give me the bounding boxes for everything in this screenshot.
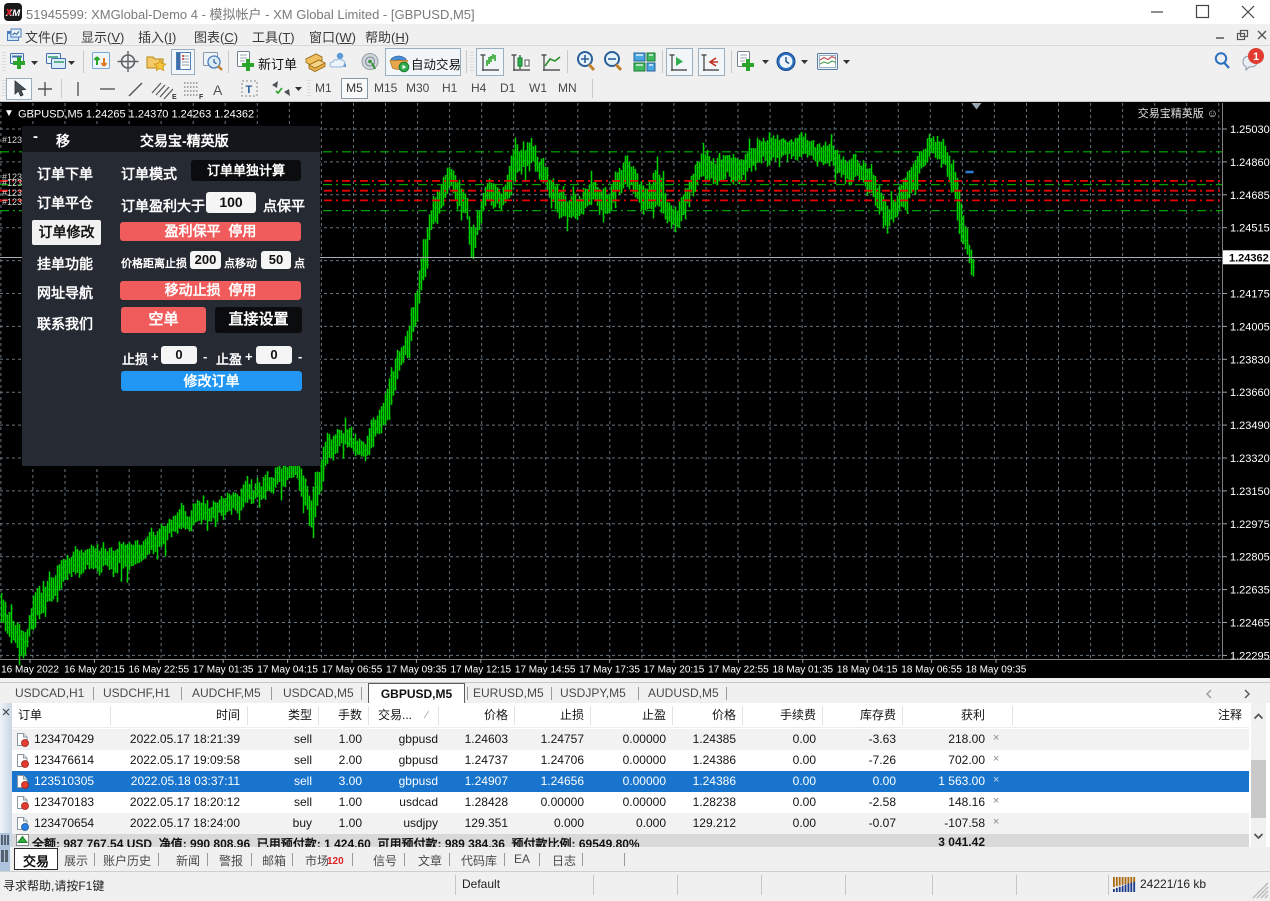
svg-text:18 May 04:15: 18 May 04:15 <box>837 665 898 676</box>
svg-text:1.23320: 1.23320 <box>1230 453 1270 465</box>
svg-text:17 May 14:55: 17 May 14:55 <box>515 665 576 676</box>
svg-text:1.24175: 1.24175 <box>1230 289 1270 301</box>
svg-text:1.24685: 1.24685 <box>1230 190 1270 202</box>
svg-text:1.22465: 1.22465 <box>1230 618 1270 630</box>
svg-text:18 May 06:55: 18 May 06:55 <box>901 665 962 676</box>
svg-text:1.23490: 1.23490 <box>1230 420 1270 432</box>
svg-text:1.22635: 1.22635 <box>1230 585 1270 597</box>
svg-text:1.23150: 1.23150 <box>1230 486 1270 498</box>
svg-text:交易宝精英版 ☺: 交易宝精英版 ☺ <box>1138 106 1218 120</box>
svg-text:1.24515: 1.24515 <box>1230 223 1270 235</box>
svg-text:16 May 22:55: 16 May 22:55 <box>128 665 189 676</box>
svg-text:17 May 04:15: 17 May 04:15 <box>257 665 318 676</box>
svg-text:16 May 2022: 16 May 2022 <box>1 665 59 676</box>
svg-text:GBPUSD,M5 1.24265 1.24370 1.2: GBPUSD,M5 1.24265 1.24370 1.24263 1.2436… <box>18 109 254 121</box>
svg-text:17 May 01:35: 17 May 01:35 <box>193 665 254 676</box>
svg-text:1.22805: 1.22805 <box>1230 552 1270 564</box>
svg-text:17 May 09:35: 17 May 09:35 <box>386 665 447 676</box>
svg-text:16 May 20:15: 16 May 20:15 <box>64 665 125 676</box>
svg-text:17 May 06:55: 17 May 06:55 <box>322 665 383 676</box>
svg-text:17 May 20:15: 17 May 20:15 <box>644 665 705 676</box>
svg-text:1.24005: 1.24005 <box>1230 321 1270 333</box>
svg-text:1.22295: 1.22295 <box>1230 650 1270 662</box>
svg-text:17 May 22:55: 17 May 22:55 <box>708 665 769 676</box>
svg-text:▼: ▼ <box>4 108 14 119</box>
svg-text:17 May 17:35: 17 May 17:35 <box>579 665 640 676</box>
svg-text:17 May 12:15: 17 May 12:15 <box>450 665 511 676</box>
svg-text:18 May 01:35: 18 May 01:35 <box>772 665 833 676</box>
svg-text:1.25030: 1.25030 <box>1230 124 1270 136</box>
svg-text:1.24362: 1.24362 <box>1229 252 1269 264</box>
svg-text:1.24860: 1.24860 <box>1230 157 1270 169</box>
svg-text:1.23830: 1.23830 <box>1230 354 1270 366</box>
svg-text:1.22975: 1.22975 <box>1230 519 1270 531</box>
svg-text:1.23660: 1.23660 <box>1230 387 1270 399</box>
svg-text:18 May 09:35: 18 May 09:35 <box>966 665 1027 676</box>
